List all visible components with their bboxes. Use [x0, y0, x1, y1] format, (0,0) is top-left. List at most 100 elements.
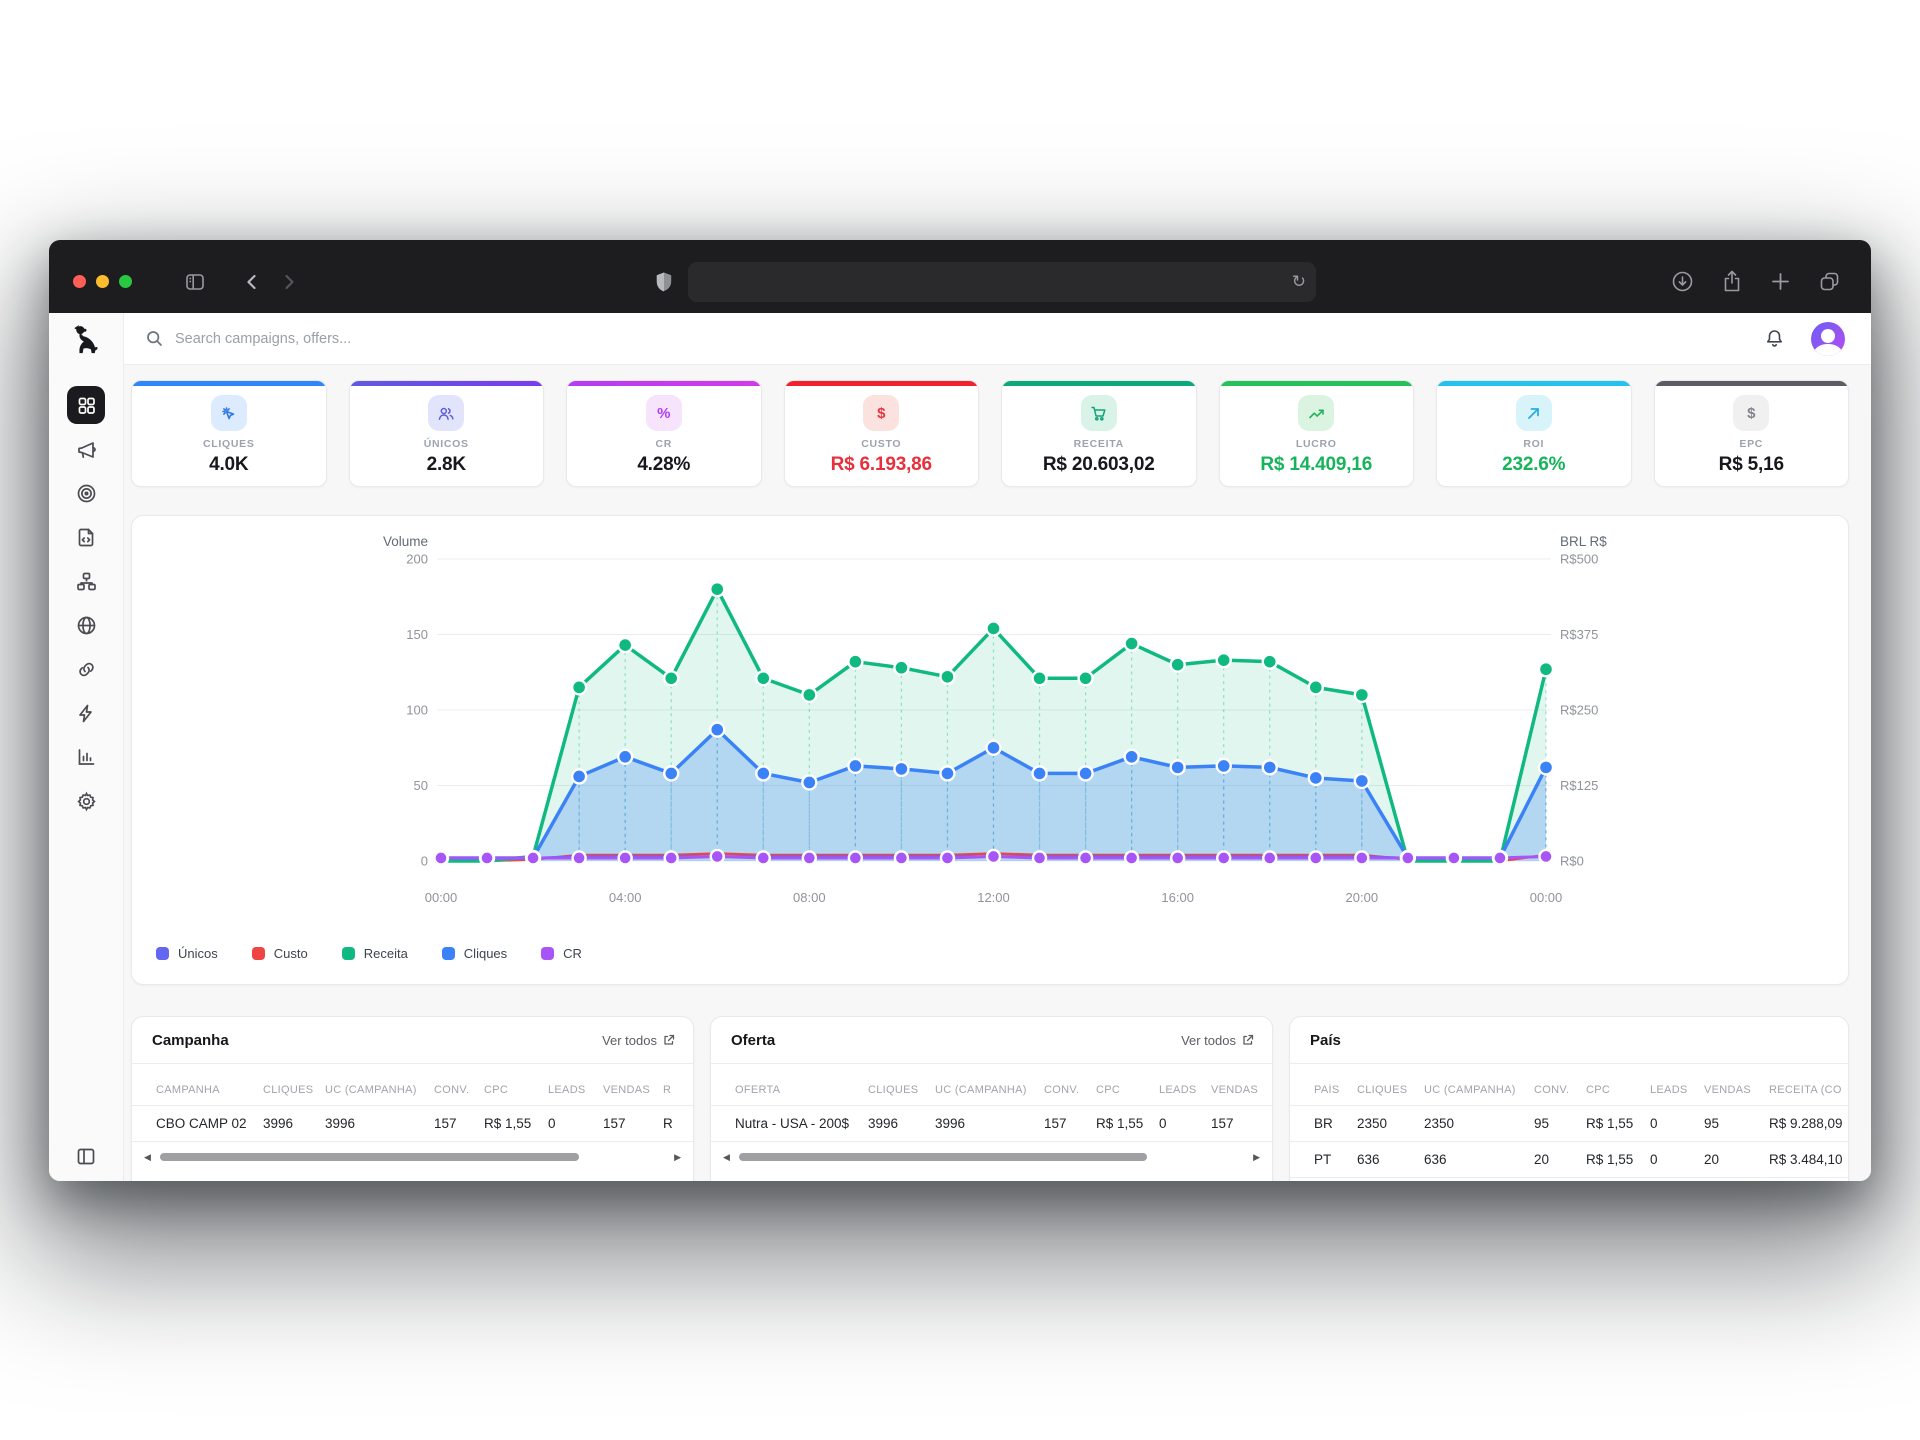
svg-text:20:00: 20:00	[1346, 890, 1379, 905]
logo-dog[interactable]	[71, 322, 101, 356]
metric-label: RECEITA	[1074, 438, 1124, 450]
minimize-button[interactable]	[96, 275, 109, 288]
scroll-left-icon[interactable]: ◀	[144, 1152, 151, 1162]
legend-item[interactable]: CR	[541, 946, 582, 961]
table-body: BR2350235095R$ 1,55095R$ 9.288,09PT63663…	[1290, 1106, 1848, 1178]
notifications-bell-icon[interactable]	[1764, 328, 1785, 350]
legend-item[interactable]: Únicos	[156, 946, 218, 961]
ver-todos-link[interactable]: Ver todos	[602, 1033, 675, 1048]
metric-value: 4.0K	[209, 454, 248, 476]
metric-label: LUCRO	[1296, 438, 1337, 450]
sidebar-item-offers[interactable]	[67, 474, 105, 512]
horizontal-scrollbar[interactable]: ◀ ▶	[723, 1145, 1260, 1169]
legend-swatch	[156, 947, 169, 960]
external-link-icon	[1242, 1034, 1254, 1046]
svg-text:50: 50	[414, 778, 428, 793]
cursor-click-icon	[211, 395, 247, 431]
downloads-icon[interactable]	[1671, 270, 1694, 293]
svg-text:R$0: R$0	[1560, 854, 1584, 869]
chart-legend: Únicos Custo Receita Cliques CR	[156, 946, 582, 961]
ver-todos-link[interactable]: Ver todos	[1181, 1033, 1254, 1048]
table-title: País	[1310, 1032, 1341, 1049]
summary-tables-row: Campanha Ver todos CAMPANHACLIQUESUC (CA…	[131, 1016, 1849, 1181]
legend-swatch	[442, 947, 455, 960]
sidebar-item-reports[interactable]	[67, 738, 105, 776]
metric-value: 2.8K	[427, 454, 466, 476]
metric-card-receita: RECEITA R$ 20.603,02	[1001, 380, 1197, 487]
metric-card-cr: % CR 4.28%	[566, 380, 762, 487]
shield-icon[interactable]	[654, 271, 674, 293]
legend-item[interactable]: Receita	[342, 946, 408, 961]
app-header	[124, 313, 1871, 365]
scrollbar-thumb[interactable]	[739, 1153, 1147, 1161]
table-body: Nutra - USA - 200$39963996157R$ 1,550157	[711, 1106, 1272, 1142]
sidebar-item-funnels[interactable]	[67, 562, 105, 600]
sidebar-item-links[interactable]	[67, 650, 105, 688]
cart-icon	[1081, 395, 1117, 431]
scroll-left-icon[interactable]: ◀	[723, 1152, 730, 1162]
forward-button[interactable]	[279, 272, 299, 292]
svg-text:08:00: 08:00	[793, 890, 826, 905]
metric-value: R$ 14.409,16	[1260, 454, 1372, 476]
sidebar-item-campaigns[interactable]	[67, 430, 105, 468]
metric-value: 232.6%	[1502, 454, 1565, 476]
legend-item[interactable]: Cliques	[442, 946, 507, 961]
table-header-row: OFERTACLIQUESUC (CAMPANHA)CONV.CPCLEADSV…	[711, 1074, 1272, 1106]
svg-text:BRL R$: BRL R$	[1560, 534, 1607, 549]
metric-value: R$ 20.603,02	[1043, 454, 1155, 476]
traffic-chart-card: 0R$050R$125100R$250150R$375200R$500Volum…	[131, 515, 1849, 985]
metric-card-lucro: LUCRO R$ 14.409,16	[1219, 380, 1415, 487]
svg-text:Volume: Volume	[383, 534, 428, 549]
address-bar[interactable]: ↻	[688, 262, 1316, 302]
percent-icon: %	[646, 395, 682, 431]
metric-value: R$ 6.193,86	[831, 454, 932, 476]
svg-text:04:00: 04:00	[609, 890, 642, 905]
back-button[interactable]	[242, 272, 262, 292]
metric-card-cliques: CLIQUES 4.0K	[131, 380, 327, 487]
table-body: CBO CAMP 0239963996157R$ 1,550157R	[132, 1106, 693, 1142]
browser-chrome: ↻	[49, 240, 1871, 313]
traffic-chart-svg: 0R$050R$125100R$250150R$375200R$500Volum…	[132, 516, 1849, 985]
scrollbar-thumb[interactable]	[160, 1153, 579, 1161]
dollar-icon: $	[863, 395, 899, 431]
sidebar-item-landing-pages[interactable]	[67, 518, 105, 556]
sidebar-item-automations[interactable]	[67, 694, 105, 732]
search-input[interactable]	[173, 330, 593, 348]
metric-label: ROI	[1523, 438, 1544, 450]
legend-item[interactable]: Custo	[252, 946, 308, 961]
sidebar-nav	[67, 386, 105, 820]
tab-overview-icon[interactable]	[1818, 270, 1841, 293]
arrow-up-right-icon	[1516, 395, 1552, 431]
metric-label: CR	[655, 438, 672, 450]
sidebar-item-dashboard[interactable]	[67, 386, 105, 424]
svg-text:0: 0	[421, 854, 428, 869]
share-icon[interactable]	[1721, 270, 1743, 293]
user-avatar[interactable]	[1811, 322, 1845, 356]
campanha-card: Campanha Ver todos CAMPANHACLIQUESUC (CA…	[131, 1016, 694, 1181]
zoom-button[interactable]	[119, 275, 132, 288]
horizontal-scrollbar[interactable]: ◀ ▶	[144, 1145, 681, 1169]
close-button[interactable]	[73, 275, 86, 288]
sidebar	[49, 313, 124, 1181]
legend-swatch	[252, 947, 265, 960]
toggle-sidebar-icon[interactable]	[184, 271, 206, 293]
metric-cards-row: CLIQUES 4.0K ÚNICOS 2.8K % CR 4.28%	[131, 380, 1849, 487]
table-row: Nutra - USA - 200$39963996157R$ 1,550157	[711, 1106, 1272, 1142]
scroll-right-icon[interactable]: ▶	[674, 1152, 681, 1162]
dollar-icon: $	[1733, 395, 1769, 431]
svg-text:00:00: 00:00	[425, 890, 458, 905]
users-icon	[428, 395, 464, 431]
svg-text:200: 200	[406, 552, 428, 567]
search-icon	[146, 330, 163, 347]
svg-text:150: 150	[406, 627, 428, 642]
sidebar-item-settings[interactable]	[67, 782, 105, 820]
metric-label: EPC	[1739, 438, 1763, 450]
reload-icon[interactable]: ↻	[1292, 273, 1306, 290]
metric-label: ÚNICOS	[424, 438, 469, 450]
table-header-row: PAÍSCLIQUESUC (CAMPANHA)CONV.CPCLEADSVEN…	[1290, 1074, 1848, 1106]
collapse-sidebar-icon[interactable]	[76, 1146, 97, 1167]
metric-label: CUSTO	[861, 438, 901, 450]
sidebar-item-domains[interactable]	[67, 606, 105, 644]
scroll-right-icon[interactable]: ▶	[1253, 1152, 1260, 1162]
new-tab-icon[interactable]	[1770, 271, 1791, 292]
